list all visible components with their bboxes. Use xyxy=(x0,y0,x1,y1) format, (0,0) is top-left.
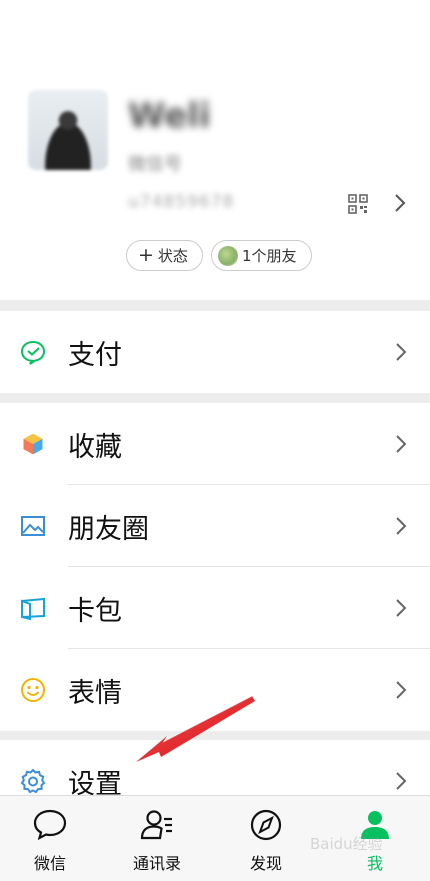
tab-label-discover: 发现 xyxy=(249,854,282,873)
tab-label-chats: 微信 xyxy=(33,854,66,873)
moments-album-icon xyxy=(21,516,45,536)
menu-label-favorites: 收藏 xyxy=(68,431,122,463)
favorites-cube-icon xyxy=(22,432,44,456)
contacts-person-icon xyxy=(140,810,172,840)
friends-status-button[interactable]: 1个朋友 xyxy=(211,240,312,271)
friends-label: 1个朋友 xyxy=(242,247,297,265)
add-status-button[interactable]: + 状态 xyxy=(126,240,203,271)
menu-label-stickers: 表情 xyxy=(68,677,122,709)
avatar[interactable] xyxy=(28,90,108,170)
chevron-right-icon[interactable] xyxy=(392,192,408,214)
tab-chats[interactable]: 微信 xyxy=(0,796,100,881)
chevron-right-icon xyxy=(396,772,407,790)
profile-wechat-id-label: 微信号 xyxy=(128,154,182,175)
menu-label-moments: 朋友圈 xyxy=(68,513,149,545)
watermark: Baidu经验 xyxy=(310,835,383,853)
menu-label-cards: 卡包 xyxy=(68,595,122,627)
chevron-right-icon xyxy=(396,343,407,361)
chevron-right-icon xyxy=(396,599,407,617)
tab-discover[interactable]: 发现 xyxy=(216,796,316,881)
pay-icon xyxy=(20,340,46,365)
smiley-face-icon xyxy=(21,678,45,702)
menu-label-pay: 支付 xyxy=(68,339,122,371)
card-wallet-icon xyxy=(21,597,45,621)
profile-nickname: Weli xyxy=(128,96,211,136)
plus-icon: + xyxy=(138,244,154,266)
qr-code-icon[interactable] xyxy=(348,194,368,214)
chat-bubble-icon xyxy=(33,809,67,841)
menu-item-favorites[interactable]: 收藏 xyxy=(0,403,430,485)
chevron-right-icon xyxy=(396,517,407,535)
chevron-right-icon xyxy=(396,681,407,699)
bottom-tab-bar: 微信 通讯录 发现 我 Baidu经验 xyxy=(0,795,430,881)
profile-account: u74859678 xyxy=(128,192,235,212)
gear-icon xyxy=(20,768,46,794)
chevron-right-icon xyxy=(396,435,407,453)
menu-item-stickers[interactable]: 表情 xyxy=(0,649,430,731)
profile-header[interactable]: Weli 微信号 u74859678 + 状态 1个朋友 xyxy=(0,0,430,300)
compass-icon xyxy=(250,809,282,841)
status-label: 状态 xyxy=(157,247,188,265)
menu-item-pay[interactable]: 支付 xyxy=(0,311,430,393)
menu-item-moments[interactable]: 朋友圈 xyxy=(0,485,430,567)
tab-label-contacts: 通讯录 xyxy=(132,854,181,873)
friend-avatar-icon xyxy=(218,245,238,266)
tab-contacts[interactable]: 通讯录 xyxy=(107,796,207,881)
menu-item-cards[interactable]: 卡包 xyxy=(0,567,430,649)
